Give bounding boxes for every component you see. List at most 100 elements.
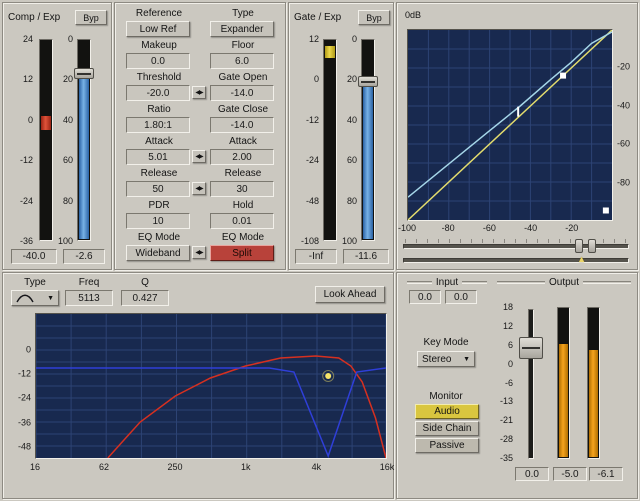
input-value-left[interactable]: 0.0 <box>409 290 441 304</box>
gate-open-value[interactable]: -14.0 <box>210 85 274 101</box>
pdr-label: PDR <box>117 200 201 211</box>
ratio-value[interactable]: 1.80:1 <box>126 117 190 133</box>
marker-slider[interactable]: ▲ <box>403 257 629 266</box>
threshold-value[interactable]: -20.0 <box>126 85 190 101</box>
output-fader-track[interactable] <box>528 309 534 459</box>
expander-button[interactable]: Expander <box>210 21 274 37</box>
output-gain-readout[interactable]: 0.0 <box>515 467 549 481</box>
monitor-audio-button[interactable]: Audio <box>415 404 479 419</box>
output-meter-readout-right[interactable]: -6.1 <box>589 467 623 481</box>
control-row: Ratio Gate Close 1.80:1 -14.0 <box>115 103 285 135</box>
gate-release-value[interactable]: 30 <box>210 181 274 197</box>
axis-tick-label: 250 <box>168 463 183 472</box>
chevron-down-icon: ▼ <box>47 295 54 302</box>
axis-tick-label: -24 <box>5 394 31 403</box>
hold-value[interactable]: 0.01 <box>210 213 274 229</box>
scale-label: -24 <box>20 197 33 206</box>
pdr-value[interactable]: 10 <box>126 213 190 229</box>
comp-db-scale: 24120-12-24-36 <box>7 35 33 246</box>
output-scale: 181260-6-13-21-28-35 <box>493 303 513 463</box>
comp-attack-value[interactable]: 5.01 <box>126 149 190 165</box>
comp-reduction-meter <box>39 39 53 241</box>
q-value[interactable]: 0.427 <box>121 290 169 306</box>
scale-label: -36 <box>20 237 33 246</box>
scale-label: 12 <box>23 75 33 84</box>
parameters-panel: Reference Type Low Ref Expander Makeup F… <box>114 2 286 270</box>
eq-mode-link-button[interactable]: ◀▶ <box>192 246 206 259</box>
eq-y-axis: 0-12-24-36-48 <box>5 313 31 459</box>
range-handle-left[interactable] <box>575 239 583 253</box>
key-mode-value: Stereo <box>422 354 451 365</box>
threshold-label: Threshold <box>117 72 201 83</box>
axis-tick-label: -60 <box>483 224 496 233</box>
scale-label: 18 <box>503 303 513 312</box>
output-meter-left <box>557 307 570 459</box>
marker-slider-track[interactable] <box>403 258 629 263</box>
threshold-link-button[interactable]: ◀▶ <box>192 86 206 99</box>
comp-fader-handle[interactable] <box>74 68 94 79</box>
comp-fader-blue-fill <box>79 74 89 239</box>
comp-bypass-button[interactable]: Byp <box>75 10 107 25</box>
c1-dynamics-plugin-window: Comp / Exp Byp 24120-12-24-36 0204060801… <box>0 0 640 501</box>
input-value-right[interactable]: 0.0 <box>445 290 477 304</box>
monitor-passive-button[interactable]: Passive <box>415 438 479 453</box>
monitor-side-chain-button[interactable]: Side Chain <box>415 421 479 436</box>
eq-plot[interactable] <box>36 314 386 458</box>
output-fader-handle[interactable] <box>519 337 543 359</box>
attack-link-button[interactable]: ◀▶ <box>192 150 206 163</box>
scale-label: 12 <box>503 322 513 331</box>
gate-db-scale: 120-12-24-48-108 <box>291 35 319 246</box>
eq-x-axis: 16622501k4k16k <box>35 462 387 474</box>
freq-label: Freq <box>65 277 113 288</box>
floor-value[interactable]: 6.0 <box>210 53 274 69</box>
output-meter-readout-left[interactable]: -5.0 <box>553 467 587 481</box>
control-row: Attack Attack 5.01 ◀▶ 2.00 <box>115 135 285 167</box>
key-mode-dropdown[interactable]: Stereo ▼ <box>417 351 475 367</box>
gate-exp-panel: Gate / Exp Byp 120-12-24-48-108 02040608… <box>288 2 394 270</box>
gate-readout-left[interactable]: -Inf <box>295 249 337 264</box>
range-slider[interactable] <box>403 239 629 253</box>
scale-label: -21 <box>500 416 513 425</box>
low-ref-button[interactable]: Low Ref <box>126 21 190 37</box>
gate-attack-value[interactable]: 2.00 <box>210 149 274 165</box>
scale-label: 0 <box>28 116 33 125</box>
look-ahead-button[interactable]: Look Ahead <box>315 286 385 303</box>
eq-mode-wideband-button[interactable]: Wideband <box>126 245 190 261</box>
freq-value[interactable]: 5113 <box>65 290 113 306</box>
axis-tick-label: -48 <box>5 442 31 451</box>
release-link-button[interactable]: ◀▶ <box>192 182 206 195</box>
comp-readout-left[interactable]: -40.0 <box>11 249 57 264</box>
scale-label: -12 <box>306 116 319 125</box>
hold-label: Hold <box>201 200 285 211</box>
range-handle-right[interactable] <box>588 239 596 253</box>
io-panel: Input 0.0 0.0 Output Key Mode Stereo ▼ M… <box>396 272 638 499</box>
gate-close-value[interactable]: -14.0 <box>210 117 274 133</box>
output-meter-right <box>587 307 600 459</box>
transfer-x-axis: -100-80-60-40-20 <box>407 223 613 233</box>
comp-panel-title: Comp / Exp <box>8 12 60 23</box>
scale-label: 60 <box>347 156 357 165</box>
gate-bypass-button[interactable]: Byp <box>358 10 390 25</box>
axis-tick-label: 4k <box>312 463 322 472</box>
makeup-value[interactable]: 0.0 <box>126 53 190 69</box>
axis-tick-label: -80 <box>442 224 455 233</box>
comp-readout-right[interactable]: -2.6 <box>63 249 105 264</box>
scale-label: 6 <box>508 341 513 350</box>
triangle-marker-handle[interactable]: ▲ <box>577 255 586 264</box>
gate-threshold-fader[interactable] <box>361 39 375 241</box>
gate-fader-handle[interactable] <box>358 76 378 87</box>
scale-label: 40 <box>347 116 357 125</box>
gate-readout-right[interactable]: -11.6 <box>343 249 389 264</box>
gate-activity-meter <box>323 39 337 241</box>
input-legend-text: Input <box>436 277 458 288</box>
scale-label: 60 <box>63 156 73 165</box>
filter-type-dropdown[interactable]: ▼ <box>11 290 59 306</box>
eq-mode-split-button[interactable]: Split <box>210 245 274 261</box>
monitor-label: Monitor <box>403 391 489 402</box>
output-meter-left-fill <box>559 344 568 457</box>
axis-tick-label: -80 <box>617 178 635 187</box>
eq-graph[interactable] <box>35 313 387 459</box>
control-row: Reference Type Low Ref Expander <box>115 7 285 39</box>
comp-release-value[interactable]: 50 <box>126 181 190 197</box>
scale-label: -24 <box>306 156 319 165</box>
